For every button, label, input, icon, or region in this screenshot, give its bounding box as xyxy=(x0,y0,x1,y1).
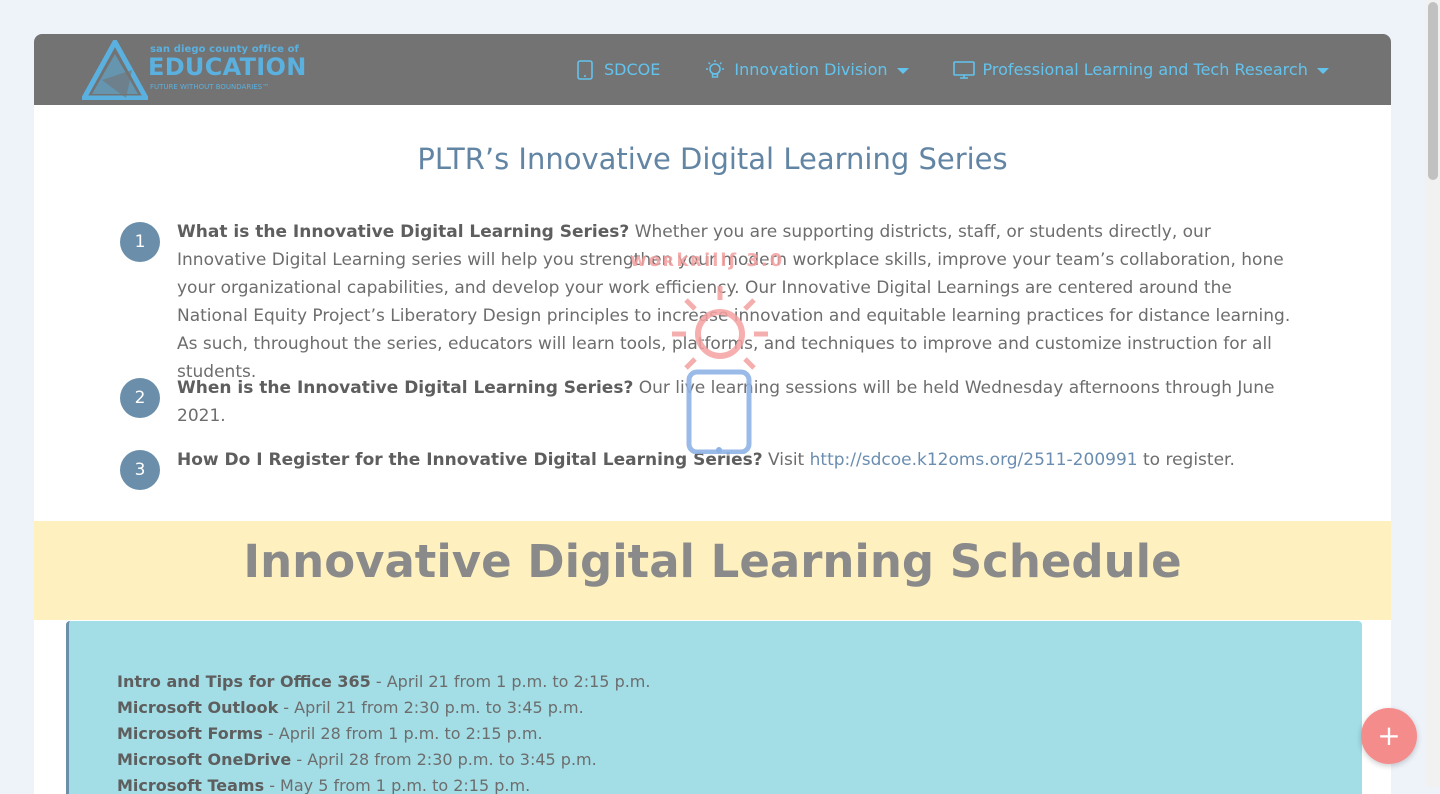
nav-item-pltr[interactable]: Professional Learning and Tech Research xyxy=(952,59,1329,81)
monitor-icon xyxy=(952,60,975,79)
session-time: - April 28 from 1 p.m. to 2:15 p.m. xyxy=(262,724,543,743)
session-name: Microsoft Forms xyxy=(117,724,263,743)
nav-item-innovation-division[interactable]: Innovation Division xyxy=(704,59,909,81)
nav-item-label: SDCOE xyxy=(604,60,661,79)
watermark-text: woʀkʀillʃ 3.0 xyxy=(630,250,785,271)
schedule-item: Microsoft Teams - May 5 from 1 p.m. to 2… xyxy=(117,773,650,794)
schedule-title: Innovative Digital Learning Schedule xyxy=(243,535,1182,588)
faq-question: What is the Innovative Digital Learning … xyxy=(177,222,630,242)
watermark-sun-phone-icon xyxy=(672,286,768,454)
nav-menu: SDCOE Innovation Division Professional L… xyxy=(574,34,1373,105)
step-number-badge: 2 xyxy=(120,378,160,418)
chevron-down-icon xyxy=(1316,67,1329,74)
faq-answer-suffix: to register. xyxy=(1143,450,1235,470)
step-number-badge: 1 xyxy=(120,222,160,262)
session-time: - April 21 from 2:30 p.m. to 3:45 p.m. xyxy=(278,698,584,717)
lightbulb-icon xyxy=(706,59,725,78)
scrollbar-thumb[interactable] xyxy=(1428,2,1438,180)
nav-item-sdcoe[interactable]: SDCOE xyxy=(574,59,660,81)
schedule-item: Microsoft OneDrive - April 28 from 2:30 … xyxy=(117,747,650,773)
schedule-list: Intro and Tips for Office 365 - April 21… xyxy=(117,669,650,794)
add-button[interactable]: + xyxy=(1361,708,1417,764)
page-title: PLTR’s Innovative Digital Learning Serie… xyxy=(417,142,1008,176)
session-time: - April 21 from 1 p.m. to 2:15 p.m. xyxy=(370,672,651,691)
session-name: Microsoft Outlook xyxy=(117,698,279,717)
navbar: san diego county office of EDUCATION FUT… xyxy=(34,34,1391,105)
faq-question: When is the Innovative Digital Learning … xyxy=(177,378,634,398)
step-number-badge: 3 xyxy=(120,450,160,490)
nav-item-label: Innovation Division xyxy=(734,60,888,79)
chevron-down-icon xyxy=(896,67,909,74)
tablet-icon xyxy=(577,59,593,80)
schedule-item: Microsoft Outlook - April 21 from 2:30 p… xyxy=(117,695,650,721)
logo-sub-text: FUTURE WITHOUT BOUNDARIES™ xyxy=(150,83,270,91)
schedule-panel: Intro and Tips for Office 365 - April 21… xyxy=(66,621,1362,794)
schedule-item: Intro and Tips for Office 365 - April 21… xyxy=(117,669,650,695)
logo-main-text: EDUCATION xyxy=(148,53,307,81)
schedule-item: Microsoft Forms - April 28 from 1 p.m. t… xyxy=(117,721,650,747)
session-name: Microsoft OneDrive xyxy=(117,750,292,769)
sdcoe-logo[interactable]: san diego county office of EDUCATION FUT… xyxy=(82,40,312,100)
scrollbar[interactable] xyxy=(1426,0,1440,787)
faq-item-3: 3 How Do I Register for the Innovative D… xyxy=(120,450,1310,490)
session-time: - May 5 from 1 p.m. to 2:15 p.m. xyxy=(264,776,531,794)
session-time: - April 28 from 2:30 p.m. to 3:45 p.m. xyxy=(291,750,597,769)
triangle-logo-icon xyxy=(82,40,148,100)
session-name: Intro and Tips for Office 365 xyxy=(117,672,371,691)
schedule-banner: Innovative Digital Learning Schedule xyxy=(34,521,1391,620)
register-link[interactable]: http://sdcoe.k12oms.org/2511-200991 xyxy=(810,450,1138,470)
session-name: Microsoft Teams xyxy=(117,776,265,794)
nav-item-label: Professional Learning and Tech Research xyxy=(982,60,1308,79)
